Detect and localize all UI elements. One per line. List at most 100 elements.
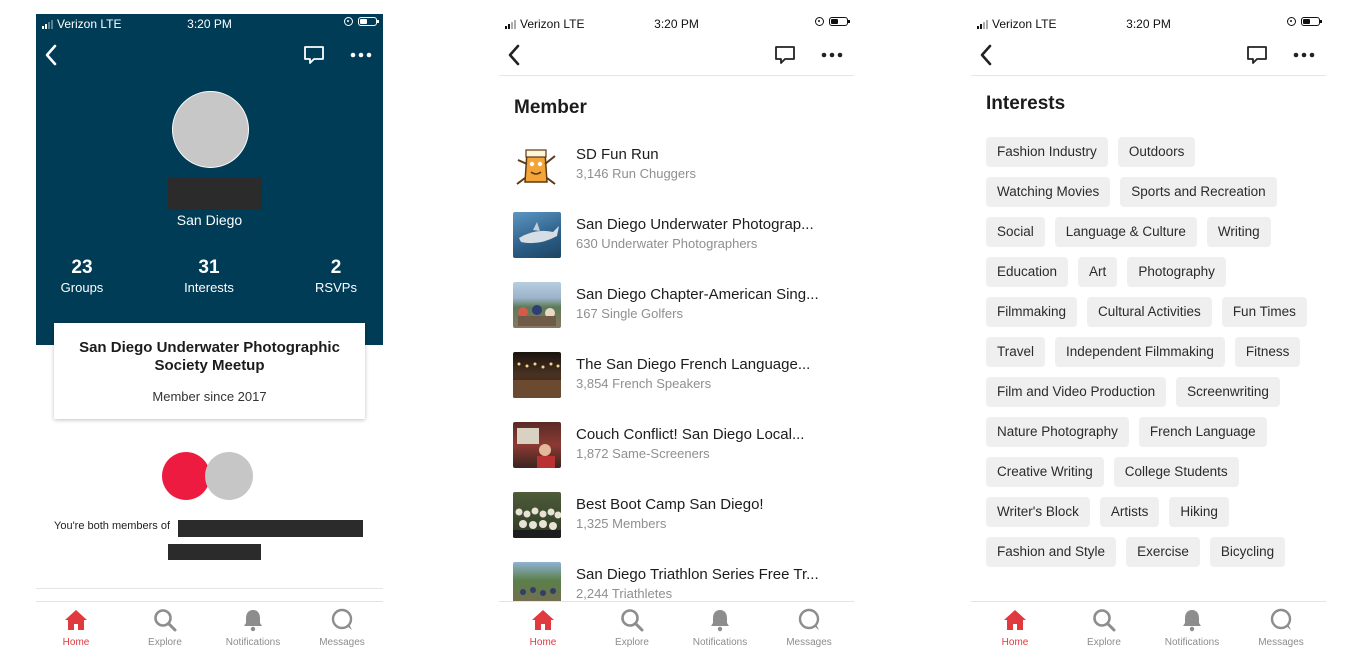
search-icon	[154, 609, 177, 632]
battery-icon	[358, 17, 379, 26]
card-member-since: Member since 2017	[152, 389, 267, 404]
group-row[interactable]: San Diego Chapter-American Sing... 167 S…	[513, 280, 844, 330]
group-row[interactable]: The San Diego French Language... 3,854 F…	[513, 350, 844, 400]
battery-icon	[1301, 17, 1322, 26]
tab-messages[interactable]: Messages	[769, 608, 849, 648]
tab-explore[interactable]: Explore	[1064, 608, 1144, 648]
status-bar: Verizon LTE 3:20 PM	[36, 14, 383, 36]
more-options-icon[interactable]	[820, 44, 844, 66]
more-options-icon[interactable]	[349, 44, 373, 66]
interest-chip[interactable]: Fun Times	[1221, 297, 1307, 327]
interest-chip[interactable]: College Students	[1113, 457, 1239, 487]
interest-chip[interactable]: Creative Writing	[986, 457, 1104, 487]
tab-notifications[interactable]: Notifications	[1152, 608, 1232, 648]
back-arrow-icon[interactable]	[505, 42, 525, 68]
back-arrow-icon[interactable]	[977, 42, 997, 68]
bell-icon	[711, 610, 729, 632]
stat-number: 31	[198, 257, 220, 278]
tab-messages[interactable]: Messages	[302, 608, 382, 648]
interest-chip[interactable]: Hiking	[1169, 497, 1229, 527]
profile-city: San Diego	[176, 212, 243, 228]
chat-icon[interactable]	[303, 44, 325, 66]
interest-chip[interactable]: Fitness	[1234, 337, 1301, 367]
group-thumbnail	[513, 282, 561, 328]
interest-chip[interactable]: French Language	[1138, 417, 1267, 447]
interest-chip[interactable]: Watching Movies	[986, 177, 1111, 207]
interest-chip[interactable]: Social	[986, 217, 1045, 247]
interest-chip[interactable]: Exercise	[1126, 537, 1200, 567]
rsvps-stat[interactable]: 2 RSVPs	[296, 257, 376, 295]
interest-chip[interactable]: Film and Video Production	[986, 377, 1167, 407]
shared-groups-text: You're both members of	[54, 520, 171, 532]
group-members: 1,872 Same-Screeners	[576, 446, 710, 461]
group-members: 167 Single Golfers	[576, 306, 683, 321]
nav-bar	[36, 36, 383, 76]
orientation-lock-icon	[1287, 17, 1296, 26]
chat-icon[interactable]	[774, 44, 796, 66]
membership-card[interactable]: San Diego Underwater Photographic Societ…	[54, 323, 365, 419]
tab-home[interactable]: Home	[503, 608, 583, 648]
status-bar: Verizon LTE 3:20 PM	[499, 14, 854, 36]
group-thumbnail	[513, 422, 561, 468]
tab-notifications[interactable]: Notifications	[213, 608, 293, 648]
home-icon	[532, 610, 554, 630]
interest-chip[interactable]: Fashion and Style	[986, 537, 1117, 567]
group-name: The San Diego French Language...	[576, 356, 811, 373]
group-name: Best Boot Camp San Diego!	[576, 496, 764, 513]
clock: 3:20 PM	[1126, 17, 1171, 31]
group-row[interactable]: San Diego Underwater Photograp... 630 Un…	[513, 210, 844, 260]
interest-chip[interactable]: Bicycling	[1209, 537, 1286, 567]
interest-chip[interactable]: Filmmaking	[986, 297, 1078, 327]
interest-chip[interactable]: Writing	[1206, 217, 1271, 247]
tab-messages[interactable]: Messages	[1241, 608, 1321, 648]
stat-label: Groups	[60, 280, 104, 295]
interests-stat[interactable]: 31 Interests	[169, 257, 249, 295]
orientation-lock-icon	[815, 17, 824, 26]
group-members: 3,854 French Speakers	[576, 376, 712, 391]
interest-chip[interactable]: Education	[986, 257, 1069, 287]
interest-chip[interactable]: Fashion Industry	[986, 137, 1108, 167]
tab-bar: Home Explore Notifications Messages	[499, 601, 854, 663]
interest-chip[interactable]: Screenwriting	[1176, 377, 1280, 407]
search-icon	[621, 609, 644, 632]
tab-label: Notifications	[692, 637, 748, 648]
clock: 3:20 PM	[654, 17, 699, 31]
group-row[interactable]: Couch Conflict! San Diego Local... 1,872…	[513, 420, 844, 470]
group-thumbnail	[513, 352, 561, 398]
divider	[36, 588, 383, 589]
tab-home[interactable]: Home	[36, 608, 116, 648]
tab-explore[interactable]: Explore	[592, 608, 672, 648]
interest-chip[interactable]: Independent Filmmaking	[1055, 337, 1225, 367]
tab-explore[interactable]: Explore	[125, 608, 205, 648]
interest-chip[interactable]: Art	[1078, 257, 1118, 287]
more-options-icon[interactable]	[1292, 44, 1316, 66]
tab-home[interactable]: Home	[975, 608, 1055, 648]
tab-label: Messages	[1258, 637, 1304, 648]
message-bubble-icon	[798, 608, 820, 630]
interest-chip[interactable]: Writer's Block	[986, 497, 1090, 527]
clock: 3:20 PM	[187, 17, 232, 31]
groups-stat[interactable]: 23 Groups	[42, 257, 122, 295]
stat-number: 2	[330, 257, 342, 278]
interest-chip[interactable]: Photography	[1127, 257, 1226, 287]
interest-chip[interactable]: Outdoors	[1117, 137, 1196, 167]
interest-chip[interactable]: Artists	[1099, 497, 1160, 527]
group-name: San Diego Triathlon Series Free Tr...	[576, 566, 819, 583]
interest-chip[interactable]: Language & Culture	[1054, 217, 1197, 247]
tab-bar: Home Explore Notifications Messages	[971, 601, 1326, 663]
interest-chip[interactable]: Nature Photography	[986, 417, 1129, 447]
chat-icon[interactable]	[1246, 44, 1268, 66]
tab-label: Home	[529, 637, 557, 648]
interest-chip[interactable]: Cultural Activities	[1087, 297, 1212, 327]
back-arrow-icon[interactable]	[42, 42, 62, 68]
redacted-group-name	[168, 544, 261, 560]
group-name: San Diego Underwater Photograp...	[576, 216, 814, 233]
interest-chip[interactable]: Travel	[986, 337, 1046, 367]
tab-notifications[interactable]: Notifications	[680, 608, 760, 648]
tab-label: Messages	[319, 637, 365, 648]
group-row[interactable]: SD Fun Run 3,146 Run Chuggers	[513, 140, 844, 190]
group-row[interactable]: Best Boot Camp San Diego! 1,325 Members	[513, 490, 844, 540]
groups-screen: Verizon LTE 3:20 PM Member SD Fun Run 3,…	[499, 14, 854, 663]
interest-chip[interactable]: Sports and Recreation	[1120, 177, 1277, 207]
group-thumbnail	[513, 492, 561, 538]
